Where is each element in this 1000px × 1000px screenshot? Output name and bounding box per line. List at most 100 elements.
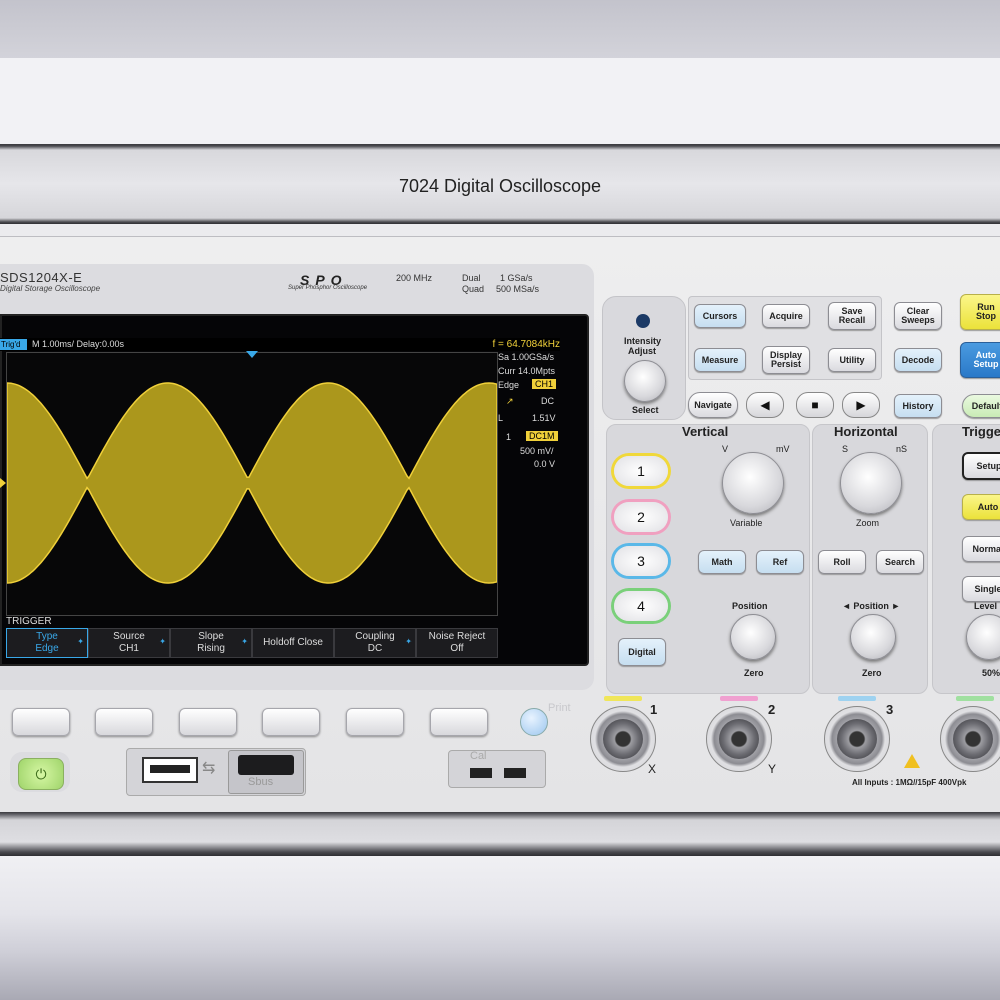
math-button[interactable]: Math [698,550,746,574]
v-label: V [722,444,729,454]
print-button[interactable] [520,708,548,736]
horizontal-position-knob[interactable] [850,614,896,660]
softmenu-item[interactable]: Slope Rising ✦ [170,628,252,658]
ch1-waveform [6,382,498,584]
softmenu-item-value: Edge [35,643,59,654]
horizontal-position-label: ◄ Position ► [842,601,901,611]
horizontal-zero-label: Zero [862,668,882,678]
navigate-button[interactable]: Navigate [688,392,738,418]
trigger-position-marker [246,351,258,358]
search-button[interactable]: Search [876,550,924,574]
cal-terminal[interactable] [470,768,492,778]
trigger-level-label: L [498,413,504,423]
navigate-stop-button[interactable]: ■ [796,392,834,418]
navigate-prev-button[interactable]: ◀ [746,392,784,418]
trigger-auto-button[interactable]: Auto [962,494,1000,520]
decode-button[interactable]: Decode [894,348,942,372]
sbus-label: Sbus [248,776,274,788]
trigger-normal-button[interactable]: Normal [962,536,1000,562]
navigate-next-button[interactable]: ▶ [842,392,880,418]
timebase-readout: M 1.00ms/ Delay:0.00s [32,339,125,349]
adjust-label: Adjust [628,346,656,356]
vertical-position-knob[interactable] [730,614,776,660]
intensity-knob[interactable] [624,360,666,402]
softmenu-item[interactable]: Holdoff Close [252,628,334,658]
vertical-zero-label: Zero [744,668,764,678]
ground-terminal[interactable] [504,768,526,778]
softmenu-arrow-icon: ✦ [405,637,412,646]
ch2-button[interactable]: 2 [614,502,668,532]
spo-subtitle: Super Phosphor Oscilloscope [288,285,368,291]
ch1-button[interactable]: 1 [614,456,668,486]
bandwidth-label: 200 MHz [396,273,433,283]
save-recall-button[interactable]: Save Recall [828,302,876,330]
ref-button[interactable]: Ref [756,550,804,574]
softkey-2[interactable] [95,708,153,736]
ch3-color-bar [838,696,876,701]
ch2-bnc-connector[interactable] [706,706,772,772]
softmenu-item[interactable]: Source CH1 ✦ [88,628,170,658]
softmenu-item[interactable]: Type Edge ✦ [6,628,88,658]
zoom-label: Zoom [856,518,880,528]
softmenu-item[interactable]: Coupling DC ✦ [334,628,416,658]
waveform-display [6,382,498,584]
case-bottom-rail [0,812,1000,856]
softkey-6[interactable] [430,708,488,736]
ch3-bnc-connector[interactable] [824,706,890,772]
horizontal-title: Horizontal [834,424,898,439]
select-label: Select [632,405,659,415]
print-label: Print [548,702,571,714]
softkey-5[interactable] [346,708,404,736]
ch1-bnc-connector[interactable] [590,706,656,772]
ch2-color-bar [720,696,758,701]
cursors-button[interactable]: Cursors [694,304,746,328]
roll-button[interactable]: Roll [818,550,866,574]
frequency-readout: f = 64.7084kHz [492,339,560,350]
digital-button[interactable]: Digital [618,638,666,666]
sample-rate-readout: Sa 1.00GSa/s [498,352,555,362]
ch4-button[interactable]: 4 [614,591,668,621]
softmenu-item-label: Holdoff Close [263,637,323,648]
softmenu-item-label: Type [36,631,58,642]
softkey-1[interactable] [12,708,70,736]
power-button[interactable]: ⏻ [18,758,64,790]
volts-div-knob[interactable] [722,452,784,514]
rate2-label: Quad [462,284,485,294]
background-top-band [0,0,1000,58]
softmenu-item-label: Slope [198,631,224,642]
trigger-slope-icon: ↗ [506,396,514,406]
softmenu-item-label: Noise Reject [428,631,486,642]
measure-button[interactable]: Measure [694,348,746,372]
softkey-4[interactable] [262,708,320,736]
channel-coupling: DC1M [526,431,558,441]
usb-icon: ⇆ [202,760,216,777]
time-div-knob[interactable] [840,452,902,514]
auto-setup-button[interactable]: Auto Setup [960,342,1000,378]
acquire-button[interactable]: Acquire [762,304,810,328]
trigger-setup-button[interactable]: Setup [962,452,1000,480]
trigger-coupling-readout: DC [541,396,554,406]
default-button[interactable]: Default [962,394,1000,418]
bnc2-label: 2 [768,702,776,717]
ch4-color-bar [956,696,994,701]
history-button[interactable]: History [894,394,942,418]
clear-sweeps-button[interactable]: Clear Sweeps [894,302,942,330]
ch4-bnc-connector[interactable] [940,706,1000,772]
usb-port[interactable] [142,757,198,783]
softmenu-item-label: Source [113,631,145,642]
ch1-ground-marker [0,478,6,488]
softkey-3[interactable] [179,708,237,736]
ns-label: nS [896,444,908,454]
trigger-title: Trigger [962,424,1000,439]
utility-button[interactable]: Utility [828,348,876,372]
softmenu-item[interactable]: Noise Reject Off [416,628,498,658]
softmenu-arrow-icon: ✦ [241,637,248,646]
ch3-button[interactable]: 3 [614,546,668,576]
background-light-band [0,58,1000,144]
softmenu-item-label: Coupling [355,631,395,642]
channel-scale: 500 mV/ [520,446,554,456]
sbus-port[interactable] [238,755,294,775]
run-stop-button[interactable]: Run Stop [960,294,1000,330]
display-persist-button[interactable]: Display Persist [762,346,810,374]
trigger-single-button[interactable]: Single [962,576,1000,602]
